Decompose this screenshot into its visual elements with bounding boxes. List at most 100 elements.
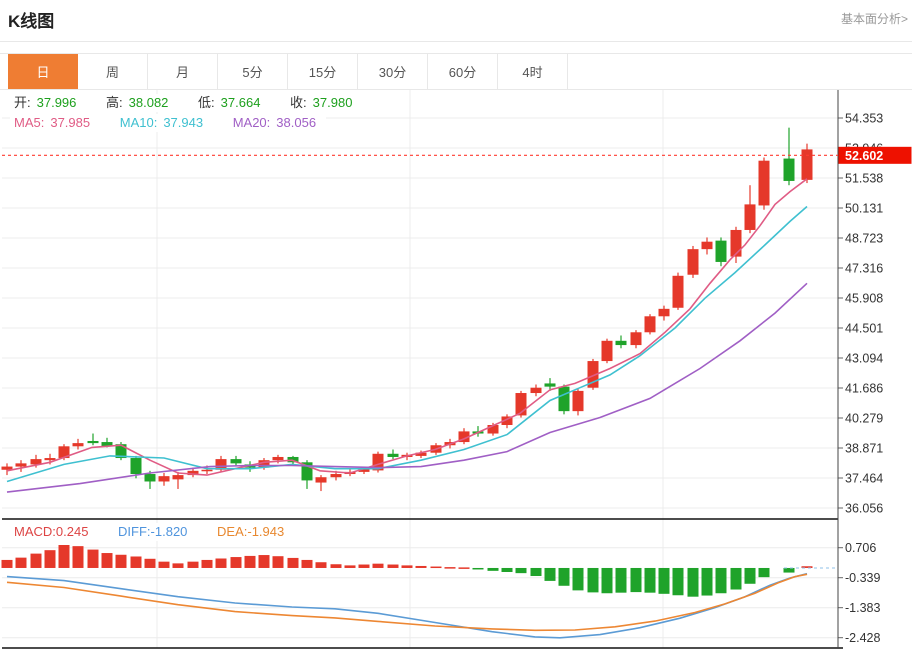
candle-body <box>131 458 142 474</box>
macd-histogram-bar <box>373 564 384 568</box>
macd-histogram-bar <box>502 568 513 572</box>
period-tab-1[interactable]: 周 <box>78 54 148 89</box>
price-tick-label: 48.723 <box>845 232 883 246</box>
period-tab-7[interactable]: 4时 <box>498 54 568 89</box>
diff-line <box>7 574 807 638</box>
candle-body <box>759 161 770 206</box>
candle-body <box>631 332 642 345</box>
period-tab-0[interactable]: 日 <box>8 54 78 89</box>
candle-body <box>531 388 542 393</box>
candle-body <box>573 391 584 411</box>
macd-histogram-bar <box>688 568 699 597</box>
candle-body <box>473 431 484 433</box>
ma10-value: 37.943 <box>163 115 203 130</box>
ma-legend: MA5:37.985 MA10:37.943 MA20:38.056 <box>10 114 326 132</box>
dea-value: DEA:-1.943 <box>217 524 284 539</box>
candle-body <box>502 416 513 425</box>
ma5-value: 37.985 <box>50 115 90 130</box>
candle-body <box>345 472 356 474</box>
candle-body <box>745 204 756 230</box>
candle-body <box>102 442 113 446</box>
candle-body <box>559 387 570 412</box>
candle-body <box>202 470 213 472</box>
period-tabbar: 日周月5分15分30分60分4时 <box>0 53 912 90</box>
ma5-line <box>7 179 807 475</box>
candle-body <box>316 477 327 482</box>
macd-histogram-bar <box>802 566 813 568</box>
candle-body <box>545 383 556 386</box>
fundamental-analysis-link[interactable]: 基本面分析> <box>841 10 908 27</box>
period-tab-6[interactable]: 60分 <box>428 54 498 89</box>
macd-histogram-bar <box>16 558 27 568</box>
candle-body <box>416 453 427 456</box>
macd-histogram-bar <box>559 568 570 586</box>
macd-histogram-bar <box>288 558 299 568</box>
candle-body <box>88 441 99 443</box>
period-tab-4[interactable]: 15分 <box>288 54 358 89</box>
macd-histogram-bar <box>645 568 656 593</box>
price-tick-label: 36.056 <box>845 502 883 516</box>
open-value: 37.996 <box>37 95 77 110</box>
open-label: 开: <box>14 95 31 110</box>
macd-histogram-bar <box>88 550 99 568</box>
candle-body <box>288 457 299 462</box>
candle-body <box>431 445 442 452</box>
period-tab-5[interactable]: 30分 <box>358 54 428 89</box>
dea-line <box>7 574 807 630</box>
macd-tick-label: 0.706 <box>845 541 876 555</box>
candle-body <box>445 442 456 445</box>
candle-body <box>188 471 199 475</box>
period-tab-2[interactable]: 月 <box>148 54 218 89</box>
candle-body <box>245 464 256 467</box>
macd-histogram-bar <box>416 566 427 568</box>
candle-body <box>659 309 670 316</box>
macd-tick-label: -0.339 <box>845 571 880 585</box>
ma20-value: 38.056 <box>276 115 316 130</box>
candle-body <box>145 474 156 481</box>
candle-body <box>731 230 742 257</box>
macd-histogram-bar <box>331 564 342 568</box>
macd-histogram-bar <box>431 567 442 569</box>
current-price-badge-value: 52.602 <box>845 149 883 163</box>
candle-body <box>259 460 270 467</box>
candle-body <box>716 241 727 262</box>
macd-histogram-bar <box>402 565 413 568</box>
candle-body <box>702 242 713 249</box>
candle-body <box>373 454 384 471</box>
ma5-label: MA5: <box>14 115 44 130</box>
macd-histogram-bar <box>73 546 84 568</box>
macd-histogram-bar <box>2 560 13 568</box>
macd-histogram-bar <box>173 563 184 568</box>
macd-histogram-bar <box>145 559 156 568</box>
macd-histogram-bar <box>716 568 727 593</box>
macd-histogram-bar <box>102 553 113 568</box>
kline-page: 54.35352.94651.53850.13148.72347.31645.9… <box>0 0 912 653</box>
macd-histogram-bar <box>188 562 199 568</box>
price-tick-label: 51.538 <box>845 172 883 186</box>
candle-body <box>673 276 684 308</box>
macd-histogram-bar <box>273 556 284 568</box>
period-tab-3[interactable]: 5分 <box>218 54 288 89</box>
macd-histogram-bar <box>473 568 484 570</box>
macd-histogram-bar <box>116 555 127 568</box>
candle-body <box>616 341 627 345</box>
price-tick-label: 50.131 <box>845 202 883 216</box>
candle-body <box>59 446 70 458</box>
macd-histogram-bar <box>31 554 42 568</box>
ma10-line <box>7 207 807 482</box>
candle-body <box>16 463 27 466</box>
candle-body <box>602 341 613 361</box>
macd-histogram-bar <box>759 568 770 577</box>
candle-body <box>784 159 795 181</box>
price-tick-label: 41.686 <box>845 382 883 396</box>
macd-histogram-bar <box>302 560 313 568</box>
macd-histogram-bar <box>259 555 270 568</box>
macd-histogram-bar <box>216 558 227 567</box>
ma10-label: MA10: <box>120 115 158 130</box>
price-tick-label: 43.094 <box>845 352 883 366</box>
macd-histogram-bar <box>531 568 542 576</box>
price-tick-label: 52.946 <box>845 142 883 156</box>
macd-histogram-bar <box>659 568 670 594</box>
macd-histogram-bar <box>459 567 470 569</box>
macd-histogram-bar <box>631 568 642 592</box>
